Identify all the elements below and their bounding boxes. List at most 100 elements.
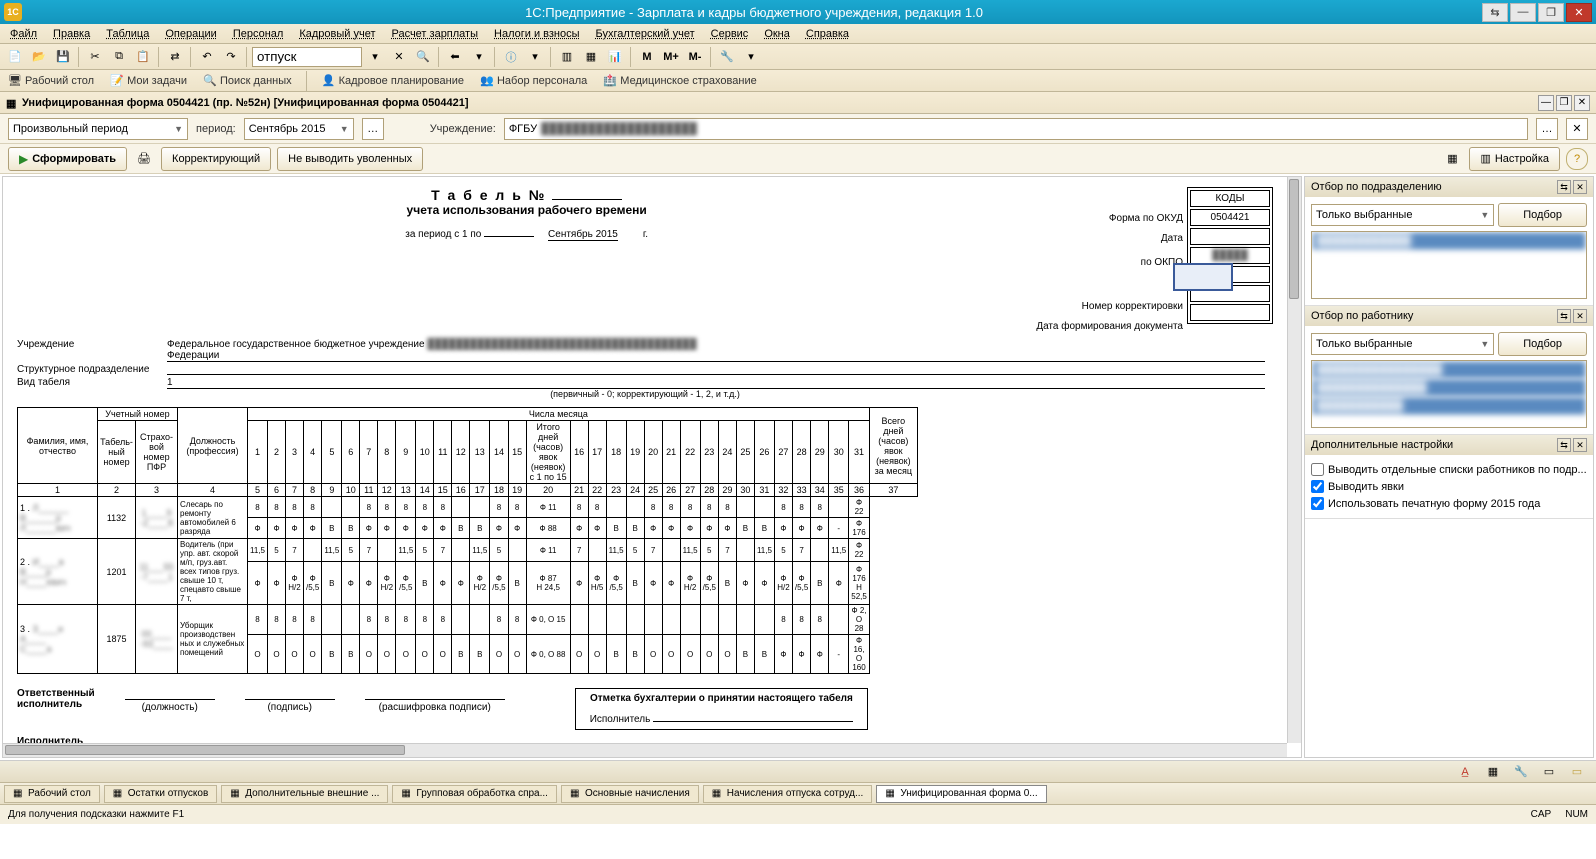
tab-minimize[interactable]: —	[1538, 95, 1554, 111]
forward-icon[interactable]: ▾	[468, 46, 490, 68]
mem-mplus[interactable]: M+	[660, 46, 682, 68]
correcting-button[interactable]: Корректирующий	[161, 147, 271, 171]
menu-table[interactable]: Таблица	[98, 26, 157, 42]
sec3-close[interactable]: ✕	[1573, 438, 1587, 452]
undo-icon[interactable]: ↶	[196, 46, 218, 68]
spanner-dd-icon[interactable]: ▾	[740, 46, 762, 68]
grid-icon[interactable]: ▦	[1441, 148, 1463, 170]
search-clear-icon[interactable]: ✕	[388, 46, 410, 68]
task-tab[interactable]: ▦Групповая обработка спра...	[392, 785, 557, 803]
back-icon[interactable]: ⬅	[444, 46, 466, 68]
sec1-collapse[interactable]: ⇆	[1557, 180, 1571, 194]
page-icon[interactable]: ▭	[1566, 761, 1588, 783]
redo-icon[interactable]: ↷	[220, 46, 242, 68]
sec2-close[interactable]: ✕	[1573, 309, 1587, 323]
dept-pick-button[interactable]: Подбор	[1498, 203, 1587, 227]
no-dismissed-button[interactable]: Не выводить уволенных	[277, 147, 423, 171]
mem-mminus[interactable]: M-	[684, 46, 706, 68]
menu-hr[interactable]: Кадровый учет	[291, 26, 383, 42]
menu-help[interactable]: Справка	[798, 26, 857, 42]
list-item[interactable]: ███████████	[1312, 397, 1586, 415]
minimize-button[interactable]: —	[1510, 3, 1536, 22]
period-select[interactable]: Сентябрь 2015▼	[244, 118, 354, 140]
menu-taxes[interactable]: Налоги и взносы	[486, 26, 588, 42]
task-tab[interactable]: ▦Дополнительные внешние ...	[221, 785, 388, 803]
period-picker-button[interactable]: …	[362, 118, 384, 140]
dept-listbox[interactable]: ████████████	[1311, 231, 1587, 299]
task-tab[interactable]: ▦Рабочий стол	[4, 785, 100, 803]
list-icon[interactable]: ▥	[556, 46, 578, 68]
checkbox[interactable]	[1311, 463, 1324, 476]
vertical-scrollbar[interactable]	[1287, 177, 1301, 743]
menu-service[interactable]: Сервис	[703, 26, 757, 42]
task-tab[interactable]: ▦Унифицированная форма 0...	[876, 785, 1046, 803]
emp-pick-button[interactable]: Подбор	[1498, 332, 1587, 356]
task-tab[interactable]: ▦Основные начисления	[561, 785, 699, 803]
menu-accounting[interactable]: Бухгалтерский учет	[588, 26, 703, 42]
open-icon[interactable]: 📂	[28, 46, 50, 68]
cut-icon[interactable]: ✂	[84, 46, 106, 68]
emp-mode-select[interactable]: Только выбранные▼	[1311, 333, 1494, 355]
horizontal-scrollbar[interactable]	[3, 743, 1287, 757]
print-icon[interactable]: 🖨	[133, 148, 155, 170]
compare-icon[interactable]: ⇄	[164, 46, 186, 68]
minus-icon[interactable]: ▭	[1538, 761, 1560, 783]
menu-windows[interactable]: Окна	[756, 26, 798, 42]
nav-recruit[interactable]: 👥Набор персонала	[476, 72, 591, 90]
org-input[interactable]: ФГБУ████████████████████	[504, 118, 1528, 140]
task-tab[interactable]: ▦Остатки отпусков	[104, 785, 218, 803]
copy-icon[interactable]: ⧉	[108, 46, 130, 68]
list-item[interactable]: ██████████████	[1312, 379, 1586, 397]
list-item[interactable]: ████████████████	[1312, 361, 1586, 379]
new-icon[interactable]: 📄	[4, 46, 26, 68]
list-item[interactable]: ████████████	[1312, 232, 1586, 250]
menu-operations[interactable]: Операции	[157, 26, 224, 42]
menu-personnel[interactable]: Персонал	[225, 26, 292, 42]
checkbox[interactable]	[1311, 497, 1324, 510]
font-icon[interactable]: A̲	[1454, 761, 1476, 783]
find-icon[interactable]: 🔍	[412, 46, 434, 68]
generate-button[interactable]: ▶Сформировать	[8, 147, 127, 171]
info-icon[interactable]: ⓘ	[500, 46, 522, 68]
nav-tasks[interactable]: 📝Мои задачи	[106, 72, 191, 90]
check-separate[interactable]: Выводить отдельные списки работников по …	[1311, 461, 1587, 478]
mem-m[interactable]: M	[636, 46, 658, 68]
tab-close[interactable]: ✕	[1574, 95, 1590, 111]
menu-file[interactable]: Файл	[2, 26, 45, 42]
checkbox[interactable]	[1311, 480, 1324, 493]
paste-icon[interactable]: 📋	[132, 46, 154, 68]
close-button[interactable]: ✕	[1566, 3, 1592, 22]
check-attendance[interactable]: Выводить явки	[1311, 478, 1587, 495]
spanner-icon[interactable]: 🔧	[716, 46, 738, 68]
check-2015-form[interactable]: Использовать печатную форму 2015 года	[1311, 495, 1587, 512]
menu-edit[interactable]: Правка	[45, 26, 98, 42]
search-input[interactable]	[252, 47, 362, 67]
wrench-icon[interactable]: 🔧	[1510, 761, 1532, 783]
arrows-icon[interactable]: ⇆	[1482, 3, 1508, 22]
maximize-button[interactable]: ❐	[1538, 3, 1564, 22]
help-icon[interactable]: ?	[1566, 148, 1588, 170]
sec1-close[interactable]: ✕	[1573, 180, 1587, 194]
nav-med[interactable]: 🏥Медицинское страхование	[599, 72, 760, 90]
settings-button[interactable]: ▥Настройка	[1469, 147, 1560, 171]
sec2-collapse[interactable]: ⇆	[1557, 309, 1571, 323]
bookmark-icon[interactable]: ▦	[1482, 761, 1504, 783]
nav-search[interactable]: 🔍Поиск данных	[199, 72, 296, 90]
nav-desktop[interactable]: 🖥Рабочий стол	[4, 72, 98, 90]
menu-payroll[interactable]: Расчет зарплаты	[383, 26, 486, 42]
chart-icon[interactable]: 📊	[604, 46, 626, 68]
report-scroll[interactable]: КОДЫ0504421 █████ Форма по ОКУДДатапо ОК…	[3, 177, 1287, 743]
sec3-collapse[interactable]: ⇆	[1557, 438, 1571, 452]
emp-listbox[interactable]: ████████████████ ██████████████ ████████…	[1311, 360, 1587, 428]
dept-mode-select[interactable]: Только выбранные▼	[1311, 204, 1494, 226]
info-dd-icon[interactable]: ▾	[524, 46, 546, 68]
tab-restore[interactable]: ❐	[1556, 95, 1572, 111]
task-tab[interactable]: ▦Начисления отпуска сотруд...	[703, 785, 873, 803]
save-icon[interactable]: 💾	[52, 46, 74, 68]
calendar-icon[interactable]: ▦	[580, 46, 602, 68]
nav-planning[interactable]: 👤Кадровое планирование	[318, 72, 468, 90]
search-dropdown-icon[interactable]: ▾	[364, 46, 386, 68]
org-clear-button[interactable]: ✕	[1566, 118, 1588, 140]
period-type-select[interactable]: Произвольный период▼	[8, 118, 188, 140]
org-picker-button[interactable]: …	[1536, 118, 1558, 140]
